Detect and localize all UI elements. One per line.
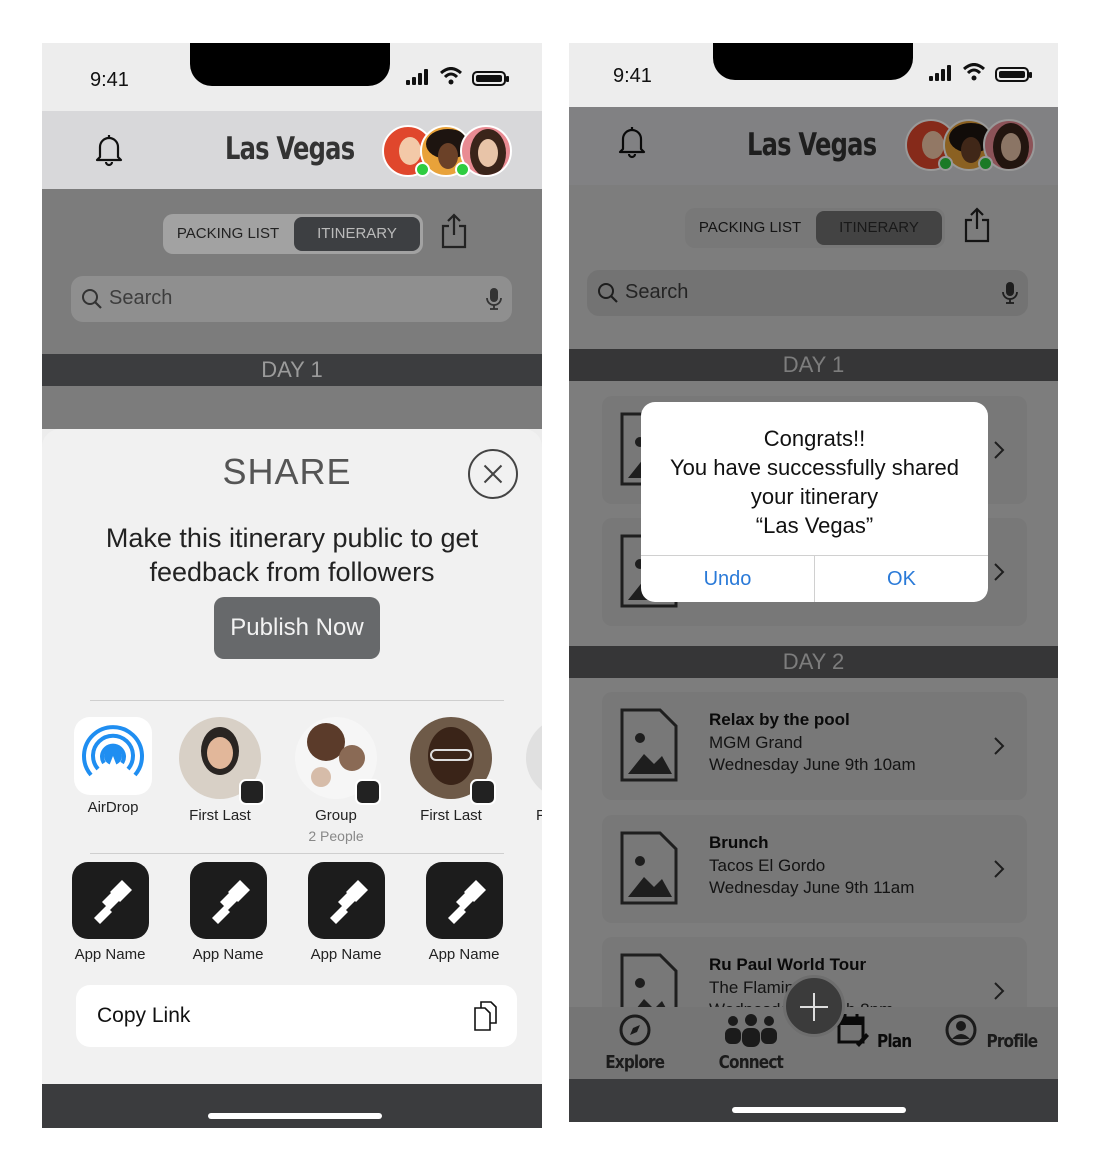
search-icon — [82, 289, 102, 309]
app-name: App Name — [74, 946, 146, 963]
avatar — [410, 717, 496, 805]
avatar — [179, 717, 265, 805]
ok-button[interactable]: OK — [815, 556, 988, 602]
share-screen: 9:41 Las Vegas PACKING LIST ITINERARY Se… — [42, 43, 542, 1128]
online-indicator — [455, 162, 470, 177]
copy-link-label: Copy Link — [97, 1004, 191, 1027]
alert-line: You have successfully shared — [669, 455, 960, 480]
alert-line: your itinerary — [750, 484, 879, 509]
app-name: App Name — [310, 946, 382, 963]
collaborator-avatars[interactable] — [382, 125, 512, 181]
app-header: Las Vegas — [42, 111, 542, 189]
share-contact[interactable]: First Last — [165, 717, 275, 824]
success-alert: Congrats!! You have successfully shared … — [641, 402, 988, 602]
alert-line: “Las Vegas” — [755, 513, 874, 538]
alert-message: Congrats!! You have successfully shared … — [641, 424, 988, 540]
segmented-control[interactable]: PACKING LIST ITINERARY — [163, 214, 423, 254]
share-title: SHARE — [222, 451, 352, 492]
day-header: DAY 1 — [42, 354, 542, 386]
signal-icon — [406, 69, 428, 85]
share-app[interactable]: App Name — [55, 862, 165, 963]
search-placeholder: Search — [109, 287, 173, 309]
app-icon — [307, 862, 385, 939]
wifi-icon — [963, 63, 985, 81]
share-sheet: SHARE Make this itinerary public to get … — [42, 429, 542, 1084]
alert-line: Congrats!! — [763, 426, 866, 451]
copy-link-button[interactable]: Copy Link — [76, 985, 517, 1047]
add-button[interactable] — [783, 975, 845, 1037]
app-icon — [425, 862, 503, 939]
home-indicator-area — [569, 1079, 1058, 1122]
contact-name: First Last — [420, 807, 482, 824]
app-badge-icon — [355, 779, 381, 805]
divider — [90, 853, 504, 854]
share-message: Make this itinerary public to get feedba… — [62, 521, 522, 589]
contact-name: First Last — [189, 807, 251, 824]
home-indicator — [208, 1113, 382, 1119]
home-indicator — [732, 1107, 906, 1113]
status-time: 9:41 — [613, 65, 652, 87]
contact-name: F — [536, 807, 542, 824]
bell-icon[interactable] — [94, 133, 124, 167]
app-badge-icon — [470, 779, 496, 805]
signal-icon — [929, 65, 951, 81]
itinerary-screen: 9:41 Las Vegas PACKING LIST ITINERARY Se… — [569, 43, 1058, 1122]
share-group[interactable]: Group 2 People — [281, 717, 391, 844]
airdrop-button[interactable] — [74, 717, 152, 795]
airdrop-label: AirDrop — [87, 799, 139, 816]
app-icon — [71, 862, 149, 939]
group-name: Group — [315, 807, 357, 824]
app-name: App Name — [192, 946, 264, 963]
battery-icon — [995, 67, 1032, 82]
avatar — [526, 717, 542, 799]
microphone-icon[interactable] — [486, 287, 502, 311]
trip-title: Las Vegas — [225, 131, 355, 167]
undo-button[interactable]: Undo — [641, 556, 814, 602]
notch — [713, 43, 913, 80]
publish-now-button[interactable]: Publish Now — [214, 597, 380, 659]
battery-icon — [472, 71, 509, 86]
share-message-line: Make this itinerary public to get — [105, 523, 479, 553]
search-bar[interactable]: Search — [71, 276, 512, 322]
close-button[interactable] — [468, 449, 518, 499]
app-name: App Name — [428, 946, 500, 963]
share-app[interactable]: App Name — [409, 862, 519, 963]
share-message-line: feedback from followers — [149, 557, 435, 587]
tab-itinerary[interactable]: ITINERARY — [294, 217, 420, 251]
status-bar: 9:41 — [42, 43, 542, 111]
airdrop-icon — [82, 725, 144, 779]
share-contact[interactable]: First Last — [396, 717, 506, 824]
share-icon[interactable] — [440, 213, 468, 249]
divider — [90, 700, 504, 701]
status-time: 9:41 — [90, 69, 129, 91]
notch — [190, 43, 390, 86]
copy-icon — [474, 1001, 497, 1031]
online-indicator — [415, 162, 430, 177]
share-app[interactable]: App Name — [291, 862, 401, 963]
group-avatar — [295, 717, 381, 805]
share-app[interactable]: App Name — [173, 862, 283, 963]
wifi-icon — [440, 67, 462, 85]
group-count: 2 People — [308, 828, 364, 844]
home-indicator-area — [42, 1084, 542, 1128]
app-icon — [189, 862, 267, 939]
tab-packing-list[interactable]: PACKING LIST — [163, 214, 293, 254]
status-bar: 9:41 — [569, 43, 1058, 107]
share-contact-partial[interactable]: F — [526, 717, 542, 824]
app-badge-icon — [239, 779, 265, 805]
